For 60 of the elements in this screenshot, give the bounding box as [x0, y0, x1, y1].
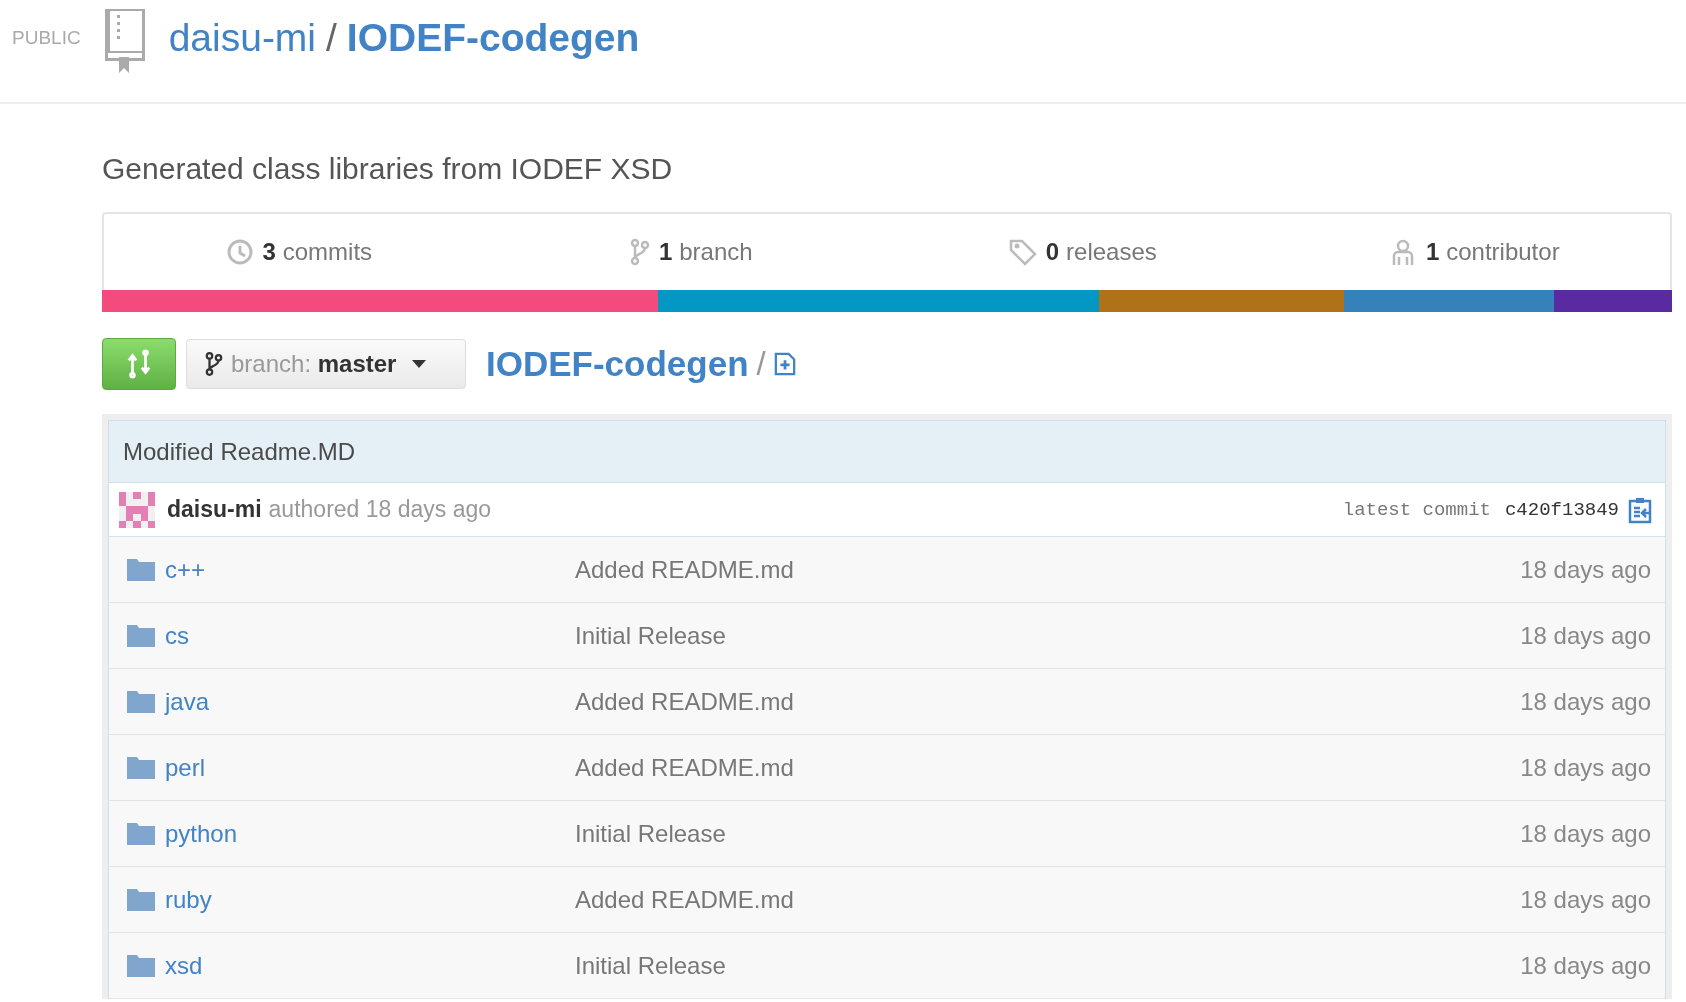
- branch-select[interactable]: branch: master: [186, 339, 466, 389]
- releases-link[interactable]: 0 releases: [887, 214, 1279, 290]
- path-separator: /: [756, 345, 766, 383]
- commit-message-link[interactable]: Added README.md: [575, 753, 794, 781]
- tag-icon: [1008, 238, 1037, 266]
- commit-age: 18 days ago: [1520, 555, 1651, 584]
- file-name-link[interactable]: java: [165, 687, 575, 716]
- commit-message-link[interactable]: Initial Release: [575, 621, 726, 649]
- visibility-label: PUBLIC: [12, 27, 81, 49]
- commit-age: 18 days ago: [1520, 819, 1651, 848]
- new-file-icon[interactable]: [773, 352, 796, 376]
- commit-message-link[interactable]: Added README.md: [575, 555, 794, 583]
- language-bar-segment[interactable]: [657, 290, 1099, 312]
- commit-age: 18 days ago: [1520, 753, 1651, 782]
- commit-message-link[interactable]: Added README.md: [575, 687, 794, 715]
- language-bar-segment[interactable]: [1098, 290, 1344, 312]
- author-link[interactable]: daisu-mi: [167, 496, 262, 523]
- commit-message: Modified Readme.MD: [109, 421, 1665, 483]
- caret-icon: [412, 360, 427, 368]
- owner-link[interactable]: daisu-mi: [168, 16, 316, 59]
- folder-icon: [127, 888, 155, 911]
- language-bar-segment[interactable]: [1343, 290, 1555, 312]
- authored-time: authored 18 days ago: [268, 496, 492, 523]
- file-name-link[interactable]: xsd: [165, 951, 575, 980]
- history-icon: [227, 239, 254, 265]
- language-bar-segment[interactable]: [102, 290, 658, 312]
- commit-message-link[interactable]: Initial Release: [575, 951, 726, 979]
- commit-age: 18 days ago: [1520, 687, 1651, 716]
- language-bar-segment[interactable]: [1554, 290, 1672, 312]
- commits-link[interactable]: 3 commits: [104, 214, 496, 290]
- folder-icon: [127, 690, 155, 713]
- commit-age: 18 days ago: [1520, 951, 1651, 980]
- commit-message-link[interactable]: Added README.md: [575, 885, 794, 913]
- folder-icon: [127, 756, 155, 779]
- commit-age: 18 days ago: [1520, 621, 1651, 650]
- compare-arrows-icon: [125, 349, 153, 379]
- folder-icon: [127, 624, 155, 647]
- contributors-link[interactable]: 1 contributor: [1278, 214, 1670, 290]
- clipboard-icon[interactable]: [1627, 495, 1653, 524]
- folder-icon: [127, 954, 155, 977]
- folder-icon: [127, 822, 155, 845]
- compare-button[interactable]: [102, 338, 176, 390]
- file-name-link[interactable]: cs: [165, 621, 575, 650]
- latest-commit-label: latest commit: [1342, 498, 1491, 521]
- commit-age: 18 days ago: [1520, 885, 1651, 914]
- branch-icon: [205, 351, 223, 377]
- repo-description: Generated class libraries from IODEF XSD: [102, 152, 674, 186]
- branch-icon: [629, 238, 650, 266]
- breadcrumb-link[interactable]: IODEF-codegen: [486, 344, 749, 384]
- file-name-link[interactable]: python: [165, 819, 575, 848]
- commit-message-link[interactable]: Initial Release: [575, 819, 726, 847]
- file-name-link[interactable]: ruby: [165, 885, 575, 914]
- file-name-link[interactable]: perl: [165, 753, 575, 782]
- path-separator: /: [326, 16, 337, 59]
- commit-sha-link[interactable]: c420f13849: [1504, 498, 1619, 521]
- identicon-avatar: [119, 491, 155, 528]
- branches-link[interactable]: 1 branch: [495, 214, 887, 290]
- repo-name-link[interactable]: IODEF-codegen: [346, 16, 640, 59]
- file-name-link[interactable]: c++: [165, 555, 575, 584]
- folder-icon: [127, 558, 155, 581]
